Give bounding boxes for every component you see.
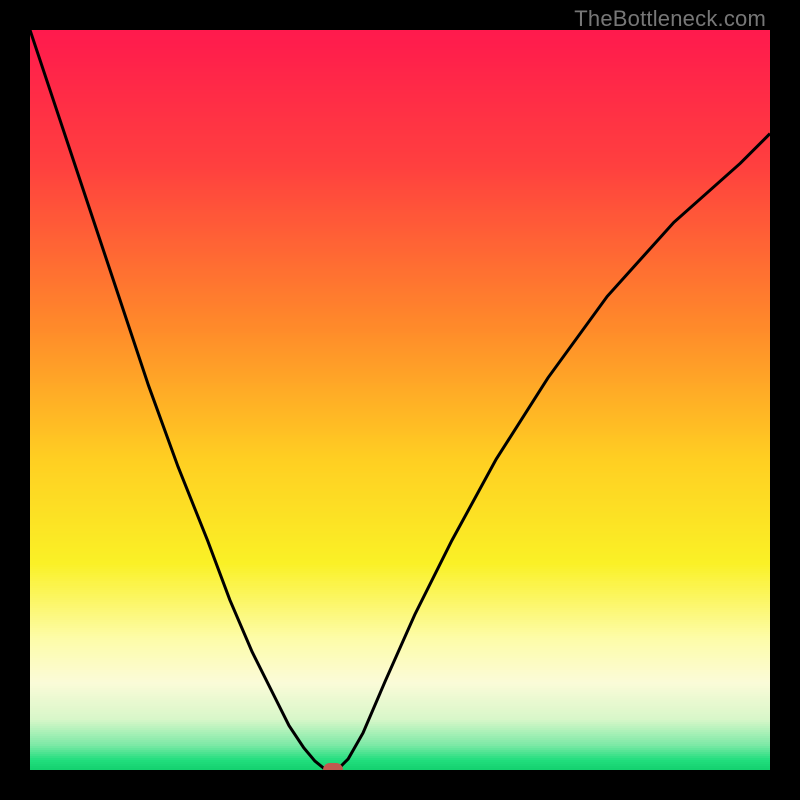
chart-frame: TheBottleneck.com [0, 0, 800, 800]
bottleneck-curve [30, 30, 770, 770]
watermark-text: TheBottleneck.com [574, 6, 766, 32]
optimum-marker [323, 763, 343, 770]
plot-area [30, 30, 770, 770]
curve-layer [30, 30, 770, 770]
